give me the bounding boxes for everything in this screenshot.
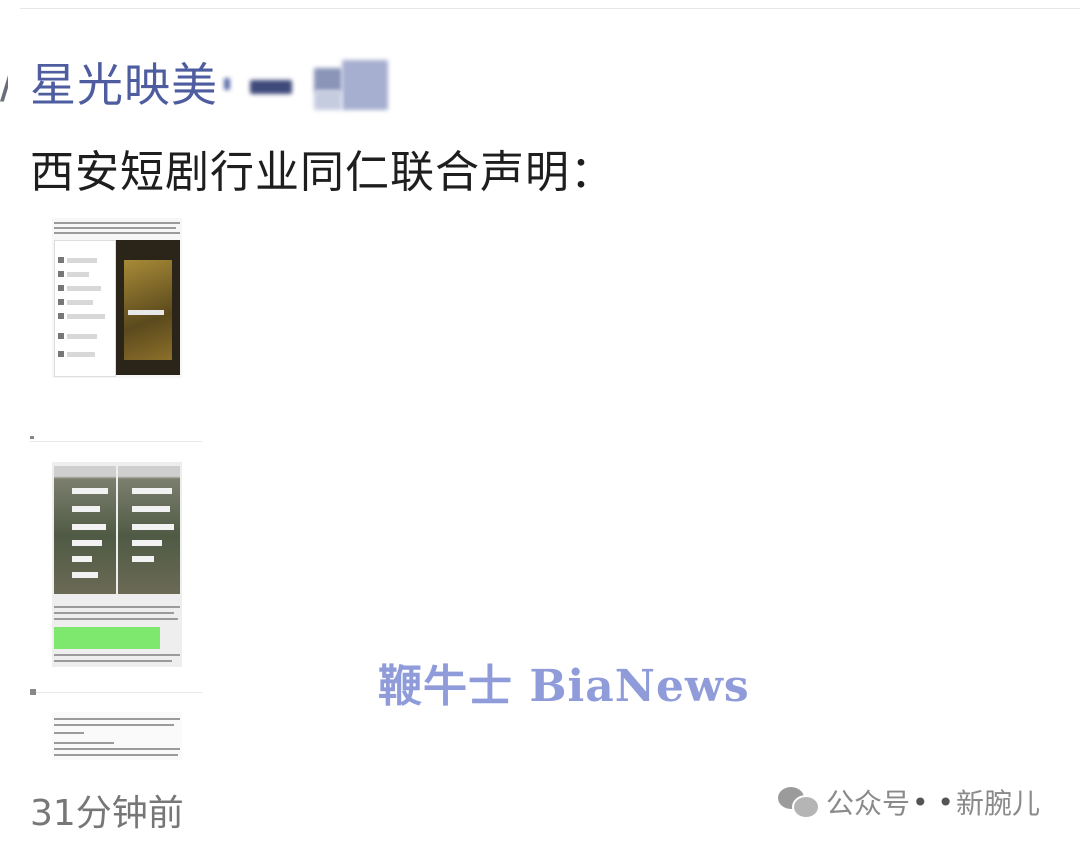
post-image-2[interactable]: [52, 462, 182, 667]
doc-text-line: [54, 618, 178, 620]
separator-mark: [30, 689, 36, 695]
doc-text-line: [54, 232, 180, 234]
author-name[interactable]: 星光映美: [30, 49, 218, 115]
redacted-name-blur: [224, 52, 394, 112]
doc-text-line: [54, 612, 174, 614]
wechat-dots: • •: [912, 785, 954, 819]
highlighted-text-block: [54, 627, 160, 649]
top-divider: [20, 8, 1080, 9]
doc-text-line: [54, 754, 178, 756]
wechat-prefix: 公众号: [826, 787, 911, 820]
author-row: 星光映美: [30, 52, 394, 112]
doc-text-line: [54, 718, 180, 720]
wechat-account: 新腕儿: [955, 787, 1040, 820]
bianews-watermark: 鞭牛士 BiaNews: [378, 661, 750, 712]
doc-text-line: [54, 660, 172, 662]
post-image-1[interactable]: [52, 218, 182, 378]
doc-text-line: [54, 654, 180, 656]
doc-text-line: [54, 606, 180, 608]
doc-text-line: [54, 724, 174, 726]
image-separator: [30, 692, 202, 693]
post-text: 西安短剧行业同仁联合声明：: [30, 147, 615, 198]
image-separator: [30, 441, 202, 442]
chat-screenshot-right: [116, 240, 180, 375]
chat-screenshot-left: [54, 240, 116, 377]
separator-mark: [30, 436, 34, 439]
doc-text-line: [54, 748, 180, 750]
chat-screenshot-right: [118, 466, 180, 594]
doc-text-line: [54, 732, 84, 734]
wechat-watermark: 公众号 • • 新腕儿: [778, 782, 1040, 822]
doc-text-line: [54, 742, 114, 744]
wechat-icon: [778, 787, 820, 819]
doc-text-line: [54, 227, 176, 229]
post-timestamp: 31分钟前: [30, 793, 184, 834]
chat-screenshot-left: [54, 466, 116, 594]
doc-text-line: [54, 222, 180, 224]
edge-fragment: /: [0, 58, 8, 104]
post-image-3[interactable]: [52, 712, 182, 760]
